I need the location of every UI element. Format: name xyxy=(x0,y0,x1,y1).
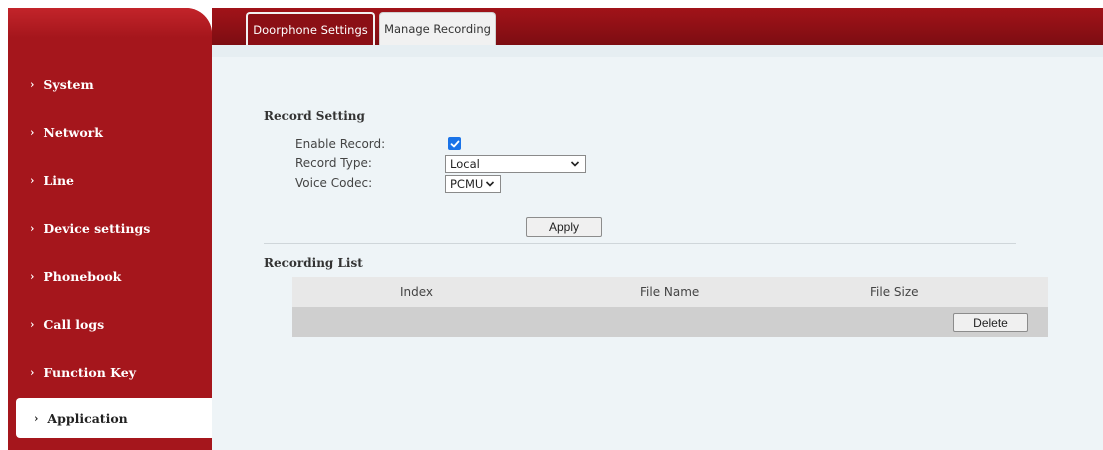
top-tab-bar: Doorphone Settings Manage Recording xyxy=(212,8,1103,45)
main-content: Record Setting Enable Record: Record Typ… xyxy=(212,45,1103,450)
chevron-right-icon: › xyxy=(30,221,35,235)
tab-doorphone-settings[interactable]: Doorphone Settings xyxy=(246,12,375,45)
tab-label: Doorphone Settings xyxy=(253,22,368,37)
enable-record-label: Enable Record: xyxy=(295,137,386,151)
check-icon xyxy=(450,140,459,147)
sidebar-top-bar xyxy=(8,8,212,38)
tab-label: Manage Recording xyxy=(384,22,491,36)
record-type-select[interactable]: Local xyxy=(445,155,586,173)
apply-button[interactable]: Apply xyxy=(526,217,602,237)
chevron-right-icon: › xyxy=(30,173,35,187)
sidebar: › System › Network › Line › Device setti… xyxy=(8,8,212,450)
chevron-right-icon: › xyxy=(34,411,39,425)
sidebar-item-label: Function Key xyxy=(43,364,136,380)
chevron-down-icon xyxy=(570,161,580,167)
chevron-right-icon: › xyxy=(30,365,35,379)
record-type-label: Record Type: xyxy=(295,156,372,170)
tab-manage-recording[interactable]: Manage Recording xyxy=(379,12,496,45)
delete-button[interactable]: Delete xyxy=(953,313,1028,332)
sidebar-item-line[interactable]: › Line xyxy=(8,160,212,200)
recording-list-title: Recording List xyxy=(264,256,363,270)
sidebar-item-network[interactable]: › Network xyxy=(8,112,212,152)
recording-table-header: Index File Name File Size xyxy=(292,277,1048,307)
sidebar-item-label: Phonebook xyxy=(43,268,122,284)
chevron-right-icon: › xyxy=(30,77,35,91)
voice-codec-select[interactable]: PCMU xyxy=(445,175,501,193)
sidebar-item-system[interactable]: › System xyxy=(8,64,212,104)
sidebar-item-label: Line xyxy=(43,172,74,188)
record-type-value: Local xyxy=(450,157,480,171)
enable-record-checkbox[interactable] xyxy=(448,137,461,150)
voice-codec-value: PCMU xyxy=(450,177,484,191)
column-index: Index xyxy=(400,285,434,299)
sidebar-item-call-logs[interactable]: › Call logs xyxy=(8,304,212,344)
chevron-down-icon xyxy=(485,181,495,187)
sidebar-item-application[interactable]: › Application xyxy=(16,398,212,438)
column-file-size: File Size xyxy=(870,285,919,299)
column-file-name: File Name xyxy=(640,285,700,299)
sidebar-item-phonebook[interactable]: › Phonebook xyxy=(8,256,212,296)
sidebar-item-label: Application xyxy=(47,410,128,426)
chevron-right-icon: › xyxy=(30,269,35,283)
content-header-band xyxy=(212,45,1103,57)
sidebar-item-label: Call logs xyxy=(43,316,105,332)
sidebar-item-label: Network xyxy=(43,124,103,140)
voice-codec-label: Voice Codec: xyxy=(295,176,373,190)
sidebar-item-device-settings[interactable]: › Device settings xyxy=(8,208,212,248)
section-divider xyxy=(264,243,1016,244)
sidebar-item-function-key[interactable]: › Function Key xyxy=(8,352,212,392)
recording-table-action-row: Delete xyxy=(292,307,1048,337)
sidebar-item-label: Device settings xyxy=(43,220,151,236)
sidebar-item-label: System xyxy=(43,76,94,92)
chevron-right-icon: › xyxy=(30,317,35,331)
record-setting-title: Record Setting xyxy=(264,109,365,123)
chevron-right-icon: › xyxy=(30,125,35,139)
